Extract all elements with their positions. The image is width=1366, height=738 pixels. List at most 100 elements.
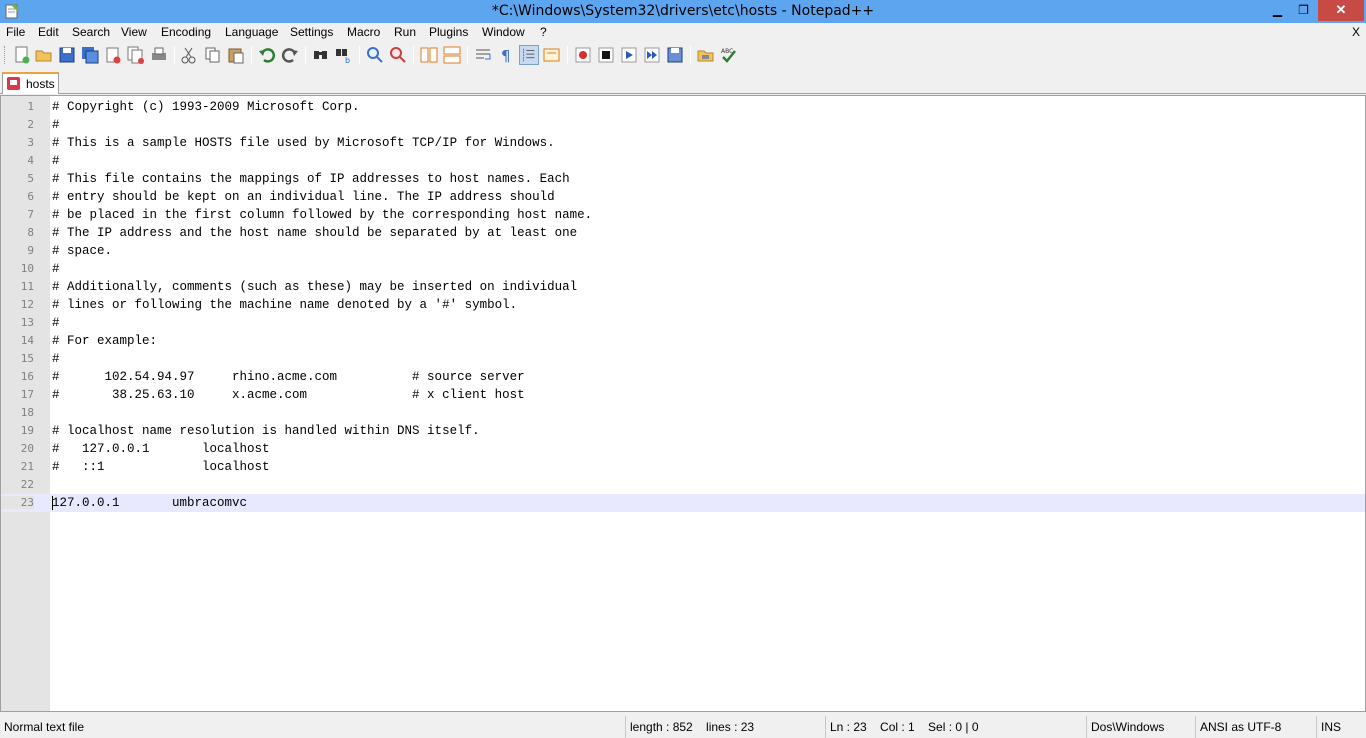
line-text[interactable]: # This is a sample HOSTS file used by Mi… (52, 136, 555, 150)
menu-encoding[interactable]: Encoding (161, 25, 211, 39)
copy-icon[interactable] (203, 45, 223, 65)
editor-line[interactable]: 20 # 127.0.0.1 localhost (1, 440, 1365, 458)
menu-window[interactable]: Window (482, 25, 525, 39)
editor-line[interactable]: 5 # This file contains the mappings of IP… (1, 170, 1365, 188)
folder-launch-icon[interactable] (696, 45, 716, 65)
editor-line[interactable]: 23 127.0.0.1 umbracomvc (1, 494, 1365, 512)
indent-guide-icon[interactable] (519, 45, 539, 65)
editor-line[interactable]: 19 # localhost name resolution is handled… (1, 422, 1365, 440)
user-lang-icon[interactable] (542, 45, 562, 65)
toolbar-separator (174, 46, 175, 64)
line-text[interactable]: # Additionally, comments (such as these)… (52, 280, 577, 294)
undo-icon[interactable] (257, 45, 277, 65)
toolbar-separator (251, 46, 252, 64)
status-file-type: Normal text file (4, 720, 85, 734)
run-macro-multiple-icon[interactable] (642, 45, 662, 65)
menu-help[interactable]: ? (540, 25, 547, 39)
editor-line[interactable]: 3 # This is a sample HOSTS file used by M… (1, 134, 1365, 152)
editor-line[interactable]: 16 # 102.54.94.97 rhino.acme.com # source… (1, 368, 1365, 386)
line-text[interactable]: # 38.25.63.10 x.acme.com # x client host (52, 388, 525, 402)
line-number: 12 (20, 298, 34, 311)
line-text[interactable]: # lines or following the machine name de… (52, 298, 517, 312)
menu-file[interactable]: File (6, 25, 25, 39)
editor-line[interactable]: 1 # Copyright (c) 1993-2009 Microsoft Cor… (1, 98, 1365, 116)
line-text[interactable]: # The IP address and the host name shoul… (52, 226, 577, 240)
line-text[interactable]: # entry should be kept on an individual … (52, 190, 555, 204)
zoom-out-icon[interactable] (388, 45, 408, 65)
editor-line[interactable]: 13 # (1, 314, 1365, 332)
menu-search[interactable]: Search (72, 25, 110, 39)
show-all-chars-icon[interactable]: ¶ (496, 45, 516, 65)
open-file-icon[interactable] (34, 45, 54, 65)
close-window-button[interactable]: ✕ (1318, 0, 1364, 21)
spellcheck-icon[interactable]: ABC (719, 45, 739, 65)
close-all-icon[interactable] (126, 45, 146, 65)
zoom-in-icon[interactable] (365, 45, 385, 65)
line-text[interactable]: # ::1 localhost (52, 460, 270, 474)
print-icon[interactable] (149, 45, 169, 65)
toolbar-grip[interactable] (4, 46, 7, 64)
editor-line[interactable]: 10 # (1, 260, 1365, 278)
editor-line[interactable]: 18 (1, 404, 1365, 422)
editor-line[interactable]: 15 # (1, 350, 1365, 368)
editor-line[interactable]: 7 # be placed in the first column followe… (1, 206, 1365, 224)
close-document-button[interactable]: X (1352, 25, 1360, 39)
editor-line[interactable]: 4 # (1, 152, 1365, 170)
editor-line[interactable]: 9 # space. (1, 242, 1365, 260)
stop-macro-icon[interactable] (596, 45, 616, 65)
line-text[interactable]: # 102.54.94.97 rhino.acme.com # source s… (52, 370, 525, 384)
redo-icon[interactable] (280, 45, 300, 65)
save-icon[interactable] (57, 45, 77, 65)
new-file-icon[interactable] (12, 45, 32, 65)
line-text[interactable]: # localhost name resolution is handled w… (52, 424, 480, 438)
record-macro-icon[interactable] (573, 45, 593, 65)
text-editor[interactable]: 1 # Copyright (c) 1993-2009 Microsoft Cor… (0, 95, 1366, 712)
cut-icon[interactable] (179, 45, 199, 65)
close-icon[interactable] (103, 45, 123, 65)
replace-icon[interactable]: b (334, 45, 354, 65)
menu-plugins[interactable]: Plugins (429, 25, 468, 39)
text-caret (52, 496, 53, 510)
editor-line[interactable]: 17 # 38.25.63.10 x.acme.com # x client ho… (1, 386, 1365, 404)
line-text[interactable]: # (52, 316, 60, 330)
menu-run[interactable]: Run (394, 25, 416, 39)
line-text[interactable]: # (52, 154, 60, 168)
line-number: 15 (20, 352, 34, 365)
editor-line[interactable]: 22 (1, 476, 1365, 494)
line-text[interactable]: # This file contains the mappings of IP … (52, 172, 570, 186)
word-wrap-icon[interactable] (473, 45, 493, 65)
tab-hosts[interactable]: hosts (2, 72, 59, 94)
save-macro-icon[interactable] (665, 45, 685, 65)
sync-horizontal-icon[interactable] (442, 45, 462, 65)
line-text[interactable]: # (52, 352, 60, 366)
line-text[interactable]: # Copyright (c) 1993-2009 Microsoft Corp… (52, 100, 360, 114)
menu-macro[interactable]: Macro (347, 25, 380, 39)
maximize-button[interactable]: ❐ (1290, 0, 1317, 21)
line-text[interactable]: # (52, 118, 60, 132)
toolbar-separator (359, 46, 360, 64)
sync-vertical-icon[interactable] (419, 45, 439, 65)
editor-line[interactable]: 14 # For example: (1, 332, 1365, 350)
editor-line[interactable]: 6 # entry should be kept on an individual… (1, 188, 1365, 206)
line-text[interactable]: # (52, 262, 60, 276)
menu-edit[interactable]: Edit (38, 25, 59, 39)
line-text[interactable]: # 127.0.0.1 localhost (52, 442, 270, 456)
menu-view[interactable]: View (121, 25, 147, 39)
line-text[interactable]: # space. (52, 244, 112, 258)
menu-language[interactable]: Language (225, 25, 278, 39)
line-text[interactable]: 127.0.0.1 umbracomvc (52, 496, 247, 510)
line-text[interactable]: # For example: (52, 334, 157, 348)
play-macro-icon[interactable] (619, 45, 639, 65)
line-text[interactable]: # be placed in the first column followed… (52, 208, 592, 222)
minimize-button[interactable]: ▁ (1264, 0, 1291, 21)
editor-line[interactable]: 11 # Additionally, comments (such as thes… (1, 278, 1365, 296)
paste-icon[interactable] (226, 45, 246, 65)
find-icon[interactable] (311, 45, 331, 65)
status-encoding: ANSI as UTF-8 (1195, 716, 1315, 738)
editor-line[interactable]: 8 # The IP address and the host name shou… (1, 224, 1365, 242)
editor-line[interactable]: 2 # (1, 116, 1365, 134)
menu-settings[interactable]: Settings (290, 25, 333, 39)
editor-line[interactable]: 12 # lines or following the machine name … (1, 296, 1365, 314)
editor-line[interactable]: 21 # ::1 localhost (1, 458, 1365, 476)
save-all-icon[interactable] (80, 45, 100, 65)
